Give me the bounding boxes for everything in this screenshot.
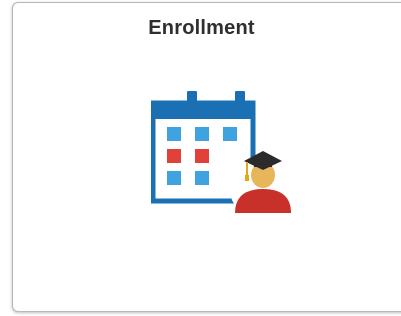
graduate-icon [231, 151, 295, 215]
tile-title: Enrollment [148, 17, 255, 39]
calendar-graduate-icon [151, 91, 295, 215]
enrollment-tile[interactable]: Enrollment [12, 2, 401, 312]
